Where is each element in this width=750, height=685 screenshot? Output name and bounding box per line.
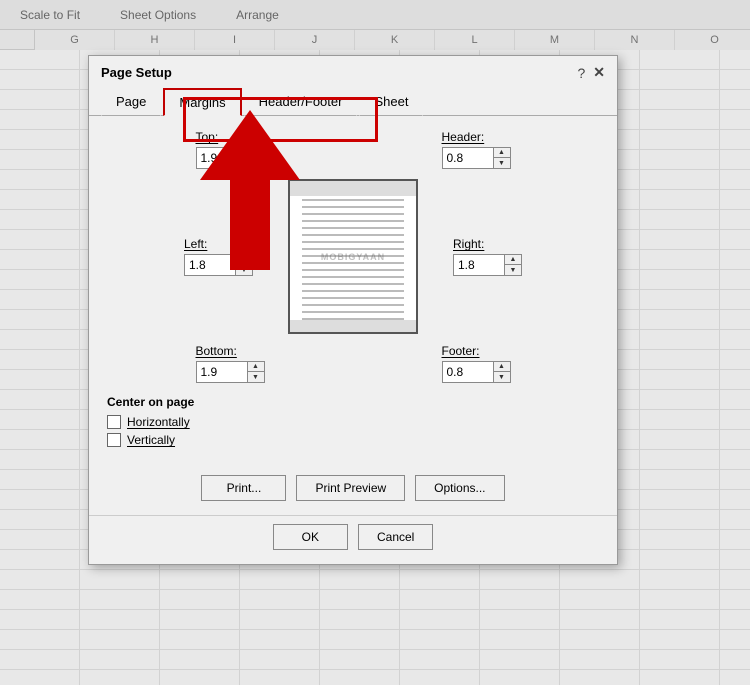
print-button[interactable]: Print... [201,475,286,501]
center-on-page: Center on page Horizontally Vertically [107,395,599,451]
dialog-content: Top: ▲ ▼ Header: [89,116,617,465]
header-margin-down[interactable]: ▼ [494,158,510,168]
footer-margin-spinner: ▲ ▼ [442,361,511,383]
center-on-page-title: Center on page [107,395,599,409]
bottom-margin-up[interactable]: ▲ [248,362,264,372]
help-icon[interactable]: ? [577,65,585,81]
bottom-margin-buttons: ▲ ▼ [247,362,264,382]
header-margin-up[interactable]: ▲ [494,148,510,158]
footer-margin-buttons: ▲ ▼ [493,362,510,382]
dialog-controls: ? ✕ [577,64,605,81]
bottom-margin-label: Bottom: [196,344,237,358]
red-arrow-icon [195,110,305,270]
page-setup-dialog: Page Setup ? ✕ Page Margins Header/Foote… [88,55,618,565]
bottom-margin-container: Bottom: ▲ ▼ [196,344,265,383]
tab-sheet[interactable]: Sheet [359,88,423,116]
header-margin-container: Header: ▲ ▼ [353,130,599,169]
footer-margin-field: Footer: ▲ ▼ [442,344,511,383]
close-icon[interactable]: ✕ [593,64,605,81]
bottom-margin-input[interactable] [197,363,247,381]
header-margin-spinner: ▲ ▼ [442,147,511,169]
right-margin-input[interactable] [454,256,504,274]
options-button[interactable]: Options... [415,475,504,501]
footer-margin-label: Footer: [442,344,480,358]
bottom-margin-row: Bottom: ▲ ▼ Footer: [107,344,599,383]
ok-cancel-row: OK Cancel [89,515,617,564]
tabs-container: Page Margins Header/Footer Sheet [89,87,617,116]
top-margin-row: Top: ▲ ▼ Header: [107,130,599,169]
preview-footer [290,320,416,332]
footer-margin-container: Footer: ▲ ▼ [442,344,511,383]
bottom-margin-spinner: ▲ ▼ [196,361,265,383]
dialog-title: Page Setup [101,65,172,80]
vertically-checkbox[interactable] [107,433,121,447]
right-margin-field: Right: ▲ ▼ [453,237,522,276]
horizontally-checkbox[interactable] [107,415,121,429]
dialog-titlebar: Page Setup ? ✕ [89,56,617,87]
preview-header [290,181,416,196]
vertically-label: Vertically [127,433,175,447]
horizontally-label: Horizontally [127,415,190,429]
header-margin-label: Header: [442,130,485,144]
header-margin-buttons: ▲ ▼ [493,148,510,168]
tab-page[interactable]: Page [101,88,161,116]
header-margin-input[interactable] [443,149,493,167]
right-margin-label: Right: [453,237,484,251]
right-margin-spinner: ▲ ▼ [453,254,522,276]
watermark: MOBIGYAAN [321,252,385,262]
footer-margin-input[interactable] [443,363,493,381]
page-preview: MOBIGYAAN [288,179,418,334]
margins-layout: Top: ▲ ▼ Header: [107,130,599,451]
right-margin-up[interactable]: ▲ [505,255,521,265]
center-section: Left: ▲ ▼ MOBIGY [107,179,599,334]
footer-margin-down[interactable]: ▼ [494,372,510,382]
footer-margin-up[interactable]: ▲ [494,362,510,372]
right-margin-buttons: ▲ ▼ [504,255,521,275]
vertically-row: Vertically [107,433,599,447]
action-buttons-row: Print... Print Preview Options... [89,465,617,515]
horizontally-row: Horizontally [107,415,599,429]
header-margin-field: Header: ▲ ▼ [442,130,511,169]
ok-button[interactable]: OK [273,524,348,550]
right-margin-down[interactable]: ▼ [505,265,521,275]
bottom-margin-field: Bottom: ▲ ▼ [196,344,265,383]
print-preview-button[interactable]: Print Preview [296,475,405,501]
cancel-button[interactable]: Cancel [358,524,433,550]
bottom-margin-down[interactable]: ▼ [248,372,264,382]
